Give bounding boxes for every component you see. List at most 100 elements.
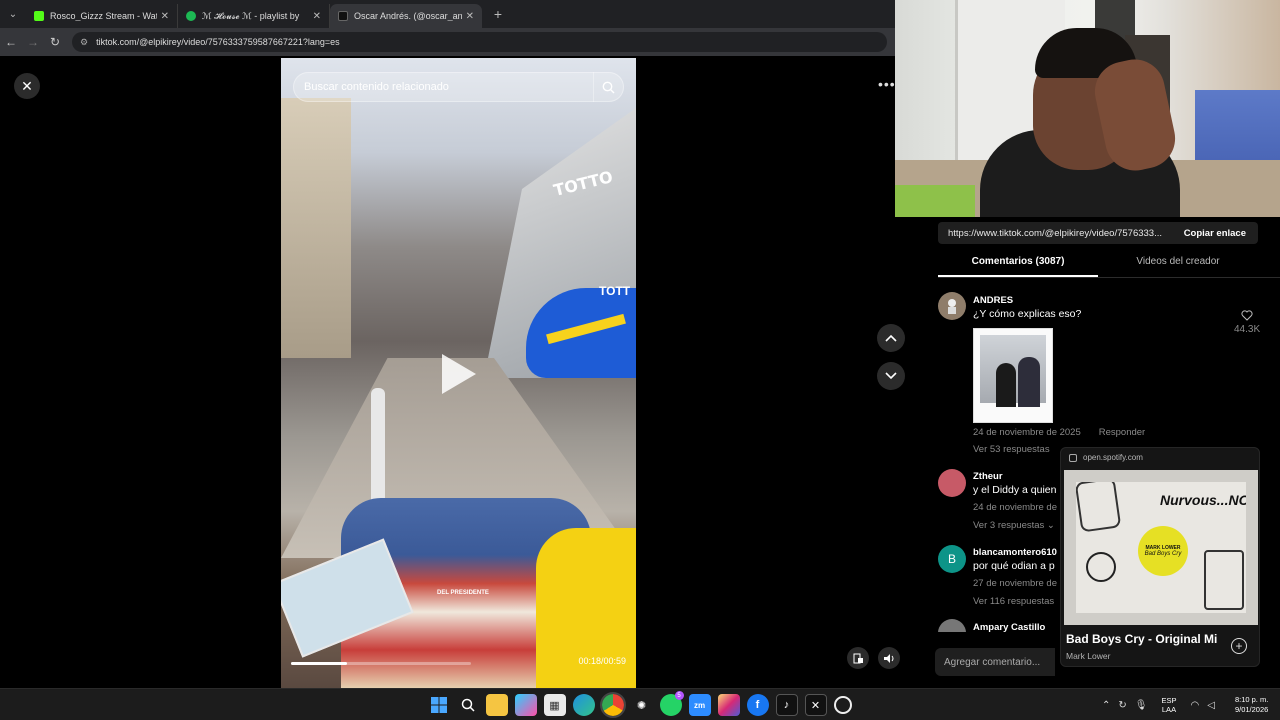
tab-close-icon[interactable]: ✕ xyxy=(313,11,321,22)
close-icon: ✕ xyxy=(21,77,33,94)
comment-username[interactable]: blancamontero610 xyxy=(973,547,1057,558)
capture-app-icon[interactable] xyxy=(833,696,852,714)
back-arrow-icon[interactable]: ← xyxy=(0,35,22,49)
volume-button[interactable] xyxy=(878,647,900,669)
forward-arrow-icon[interactable]: → xyxy=(22,35,44,49)
sync-icon[interactable]: ↻ xyxy=(1118,700,1126,711)
tab-title: ℳ 𝓗𝓸𝓾𝓼𝓮 ℳ - playlist by xyxy=(202,10,300,21)
reload-icon[interactable]: ↻ xyxy=(44,35,66,49)
spotify-host: open.spotify.com xyxy=(1069,453,1143,462)
more-options-icon[interactable]: ••• xyxy=(878,76,896,92)
open-tab-icon xyxy=(1069,453,1077,462)
heart-icon[interactable] xyxy=(1241,310,1253,321)
copilot-icon[interactable] xyxy=(514,694,537,716)
tab-comments[interactable]: Comentarios (3087) xyxy=(938,256,1098,277)
comment-date: 24 de noviembre de 2025 xyxy=(973,427,1081,438)
tab-close-icon[interactable]: ✕ xyxy=(161,11,169,22)
new-tab-button[interactable]: + xyxy=(486,6,510,22)
browser-toolbar: ← → ↻ ⚙ tiktok.com/@elpikirey/video/7576… xyxy=(0,28,895,56)
previous-video-button[interactable] xyxy=(877,324,905,352)
edge-icon[interactable] xyxy=(572,694,595,716)
spotify-mini-player[interactable]: open.spotify.com Nurvous...NC MARK LOWER… xyxy=(1060,447,1260,667)
tab-creator-videos[interactable]: Videos del creador xyxy=(1098,256,1258,277)
tab-close-icon[interactable]: ✕ xyxy=(466,11,474,22)
comment-date: 27 de noviembre de xyxy=(973,578,1057,589)
album-sticker: MARK LOWER Bad Boys Cry xyxy=(1138,526,1188,576)
store-icon[interactable]: ▦ xyxy=(543,694,566,716)
avatar[interactable] xyxy=(938,619,966,632)
whatsapp-icon[interactable]: 5 xyxy=(659,691,684,716)
video-building-left xyxy=(281,98,351,358)
view-replies-link[interactable]: Ver 53 respuestas xyxy=(973,444,1050,455)
lang-layout: LAA xyxy=(1161,705,1177,714)
pip-button[interactable] xyxy=(847,647,869,669)
like-count: 44.3K xyxy=(1234,310,1260,335)
spotify-host-text: open.spotify.com xyxy=(1083,453,1143,462)
comment-username[interactable]: ANDRES xyxy=(973,295,1013,306)
wifi-icon[interactable]: ◠ xyxy=(1191,700,1200,711)
polaroid-photo xyxy=(980,335,1046,407)
video-player[interactable]: TOTTO TOTT DEL PRESIDENTE Buscar conteni… xyxy=(281,58,636,688)
tab-spotify-playlist[interactable]: ℳ 𝓗𝓸𝓾𝓼𝓮 ℳ - playlist by ✕ xyxy=(178,4,330,28)
comment-tabs: Comentarios (3087) Videos del creador xyxy=(938,256,1280,278)
share-url[interactable]: https://www.tiktok.com/@elpikirey/video/… xyxy=(938,228,1172,239)
view-replies-link[interactable]: Ver 116 respuestas xyxy=(973,596,1054,607)
art-scribble xyxy=(1204,550,1244,610)
photo-person-2 xyxy=(1018,357,1040,407)
search-icon[interactable] xyxy=(593,72,623,102)
skeleton-avatar-icon xyxy=(948,299,956,314)
search-icon[interactable] xyxy=(457,694,479,716)
track-artist[interactable]: Mark Lower xyxy=(1066,651,1110,661)
play-icon[interactable] xyxy=(442,354,476,394)
clock-date: 9/01/2026 xyxy=(1234,705,1269,714)
comment-image[interactable] xyxy=(973,328,1053,423)
chrome-icon[interactable] xyxy=(599,692,626,718)
lang-code: ESP xyxy=(1161,696,1177,705)
start-icon[interactable] xyxy=(428,694,450,716)
close-video-button[interactable]: ✕ xyxy=(14,73,40,99)
speaker-icon[interactable]: ◁ xyxy=(1207,700,1215,711)
next-video-button[interactable] xyxy=(877,362,905,390)
language-indicator[interactable]: ESP LAA xyxy=(1161,696,1176,714)
comment-username[interactable]: Ampary Castillo xyxy=(973,622,1045,632)
add-to-library-button[interactable]: + xyxy=(1231,638,1247,654)
site-info-icon[interactable]: ⚙ xyxy=(80,37,88,48)
volume-icon xyxy=(884,653,894,663)
search-placeholder: Buscar contenido relacionado xyxy=(304,81,449,93)
comment-username[interactable]: Ztheur xyxy=(973,471,1003,482)
instagram-icon[interactable] xyxy=(717,694,740,716)
x-icon[interactable]: ✕ xyxy=(804,694,827,716)
tiktok-icon[interactable]: ♪ xyxy=(775,694,798,716)
comment-text: y el Diddy a quien xyxy=(973,484,1057,496)
tab-tiktok-video[interactable]: Oscar Andrés. (@oscar_andres ✕ xyxy=(330,4,482,28)
cam-green-object xyxy=(895,185,975,217)
related-search-input[interactable]: Buscar contenido relacionado xyxy=(293,72,624,102)
avatar[interactable] xyxy=(938,469,966,497)
reply-button[interactable]: Responder xyxy=(1099,427,1145,438)
zoom-icon[interactable]: zm xyxy=(688,694,711,716)
chatgpt-icon[interactable]: ✺ xyxy=(631,694,653,716)
facebook-icon[interactable]: f xyxy=(746,694,769,716)
file-explorer-icon[interactable] xyxy=(485,694,508,716)
windows-taskbar: ▦ ✺ 5 zm f ♪ ✕ ⌃ ↻ 🎙︎ ESP LAA ◠ ◁ 8:10 p… xyxy=(0,688,1280,720)
tab-title: Oscar Andrés. (@oscar_andres xyxy=(354,11,462,21)
cart-caption: DEL PRESIDENTE xyxy=(437,590,489,596)
track-title[interactable]: Bad Boys Cry - Original Mi xyxy=(1066,632,1221,646)
comment-text: ¿Y cómo explicas eso? xyxy=(973,308,1082,320)
avatar[interactable]: B xyxy=(938,545,966,573)
tab-rosco-stream[interactable]: Rosco_Gizzz Stream - Watch Live ✕ xyxy=(26,4,178,28)
view-replies-link[interactable]: Ver 3 respuestas ⌄ xyxy=(973,520,1055,531)
add-comment-input[interactable]: Agregar comentario... xyxy=(935,648,1055,676)
address-bar[interactable]: ⚙ tiktok.com/@elpikirey/video/7576333759… xyxy=(72,32,887,52)
chevron-down-icon xyxy=(885,372,897,380)
avatar[interactable] xyxy=(938,292,966,320)
tab-search-icon[interactable]: ⌄ xyxy=(0,0,26,28)
art-scribble xyxy=(1074,477,1122,533)
comment-meta: 24 de noviembre de 2025 Responder xyxy=(973,427,1145,438)
microphone-icon[interactable]: 🎙︎ xyxy=(1135,700,1148,711)
copy-link-button[interactable]: Copiar enlace xyxy=(1172,228,1258,239)
tray-overflow-icon[interactable]: ⌃ xyxy=(1102,700,1110,711)
clock[interactable]: 8:10 p. m. 9/01/2026 xyxy=(1235,695,1268,715)
video-progress-bar[interactable] xyxy=(291,662,471,665)
system-tray: ⌃ ↻ 🎙︎ ESP LAA ◠ ◁ 8:10 p. m. 9/01/2026 xyxy=(1098,689,1268,720)
